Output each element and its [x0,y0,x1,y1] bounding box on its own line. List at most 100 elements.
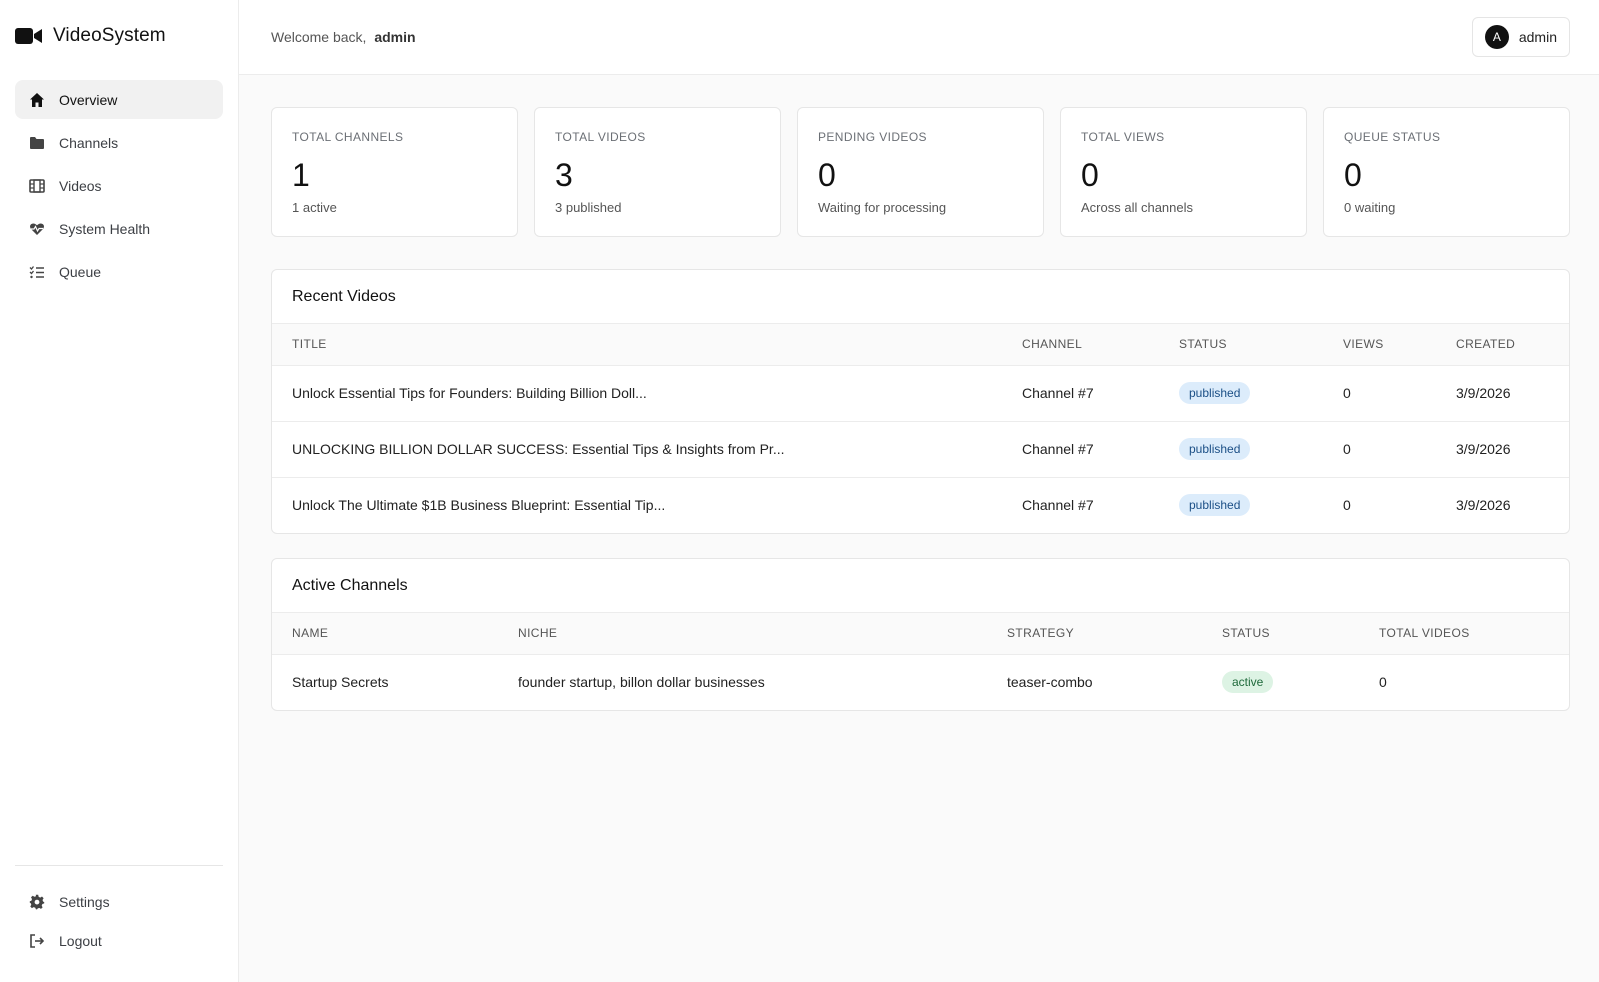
video-views: 0 [1323,421,1436,478]
table-row[interactable]: Unlock The Ultimate $1B Business Bluepri… [272,477,1569,533]
channel-status-cell: active [1202,654,1359,710]
sidebar-nav: Overview Channels Videos System Health Q… [15,80,223,291]
stat-subtext: 0 waiting [1344,200,1396,215]
status-badge: published [1179,382,1251,404]
video-title[interactable]: Unlock Essential Tips for Founders: Buil… [272,365,1002,422]
stats-row: TOTAL CHANNELS 1 1 active TOTAL VIDEOS 3… [271,107,1570,237]
column-header-name: NAME [272,613,498,655]
heart-pulse-icon [29,221,45,237]
stat-card-queue-status: QUEUE STATUS 0 0 waiting [1323,107,1570,237]
channel-total-videos: 0 [1379,674,1387,691]
channel-niche: founder startup, billon dollar businesse… [518,674,765,691]
overview-content: TOTAL CHANNELS 1 1 active TOTAL VIDEOS 3… [239,75,1599,711]
video-views: 0 [1323,365,1436,422]
video-views: 0 [1343,497,1351,514]
column-header-channel: CHANNEL [1002,324,1159,366]
stat-label: PENDING VIDEOS [818,130,927,144]
stat-label: QUEUE STATUS [1344,130,1441,144]
recent-videos-panel: Recent Videos TITLE CHANNEL STATUS VIEWS… [271,269,1570,534]
video-camera-icon [15,26,43,46]
sidebar-item-label: Settings [59,893,110,910]
video-status-cell: published [1159,421,1323,478]
column-header-created: CREATED [1436,324,1569,366]
welcome-message: Welcome back, admin [271,29,416,45]
stat-value: 0 [1344,157,1362,193]
welcome-username: admin [374,29,416,45]
user-menu-button[interactable]: A admin [1471,17,1570,57]
video-status-cell: published [1159,477,1323,533]
stat-subtext: 3 published [555,200,622,215]
table-row[interactable]: Startup Secrets founder startup, billon … [272,654,1569,710]
sidebar-item-queue[interactable]: Queue [15,252,223,291]
stat-value: 1 [292,157,310,193]
column-header-strategy: STRATEGY [987,613,1202,655]
stat-value: 3 [555,157,573,193]
column-header-views: VIEWS [1323,324,1436,366]
brand[interactable]: VideoSystem [15,0,223,72]
video-status-cell: published [1159,365,1323,422]
table-row[interactable]: UNLOCKING BILLION DOLLAR SUCCESS: Essent… [272,421,1569,478]
stat-subtext: 1 active [292,200,337,215]
app: VideoSystem Overview Channels Videos Sys… [0,0,1599,982]
column-header-status: STATUS [1159,324,1323,366]
folder-icon [29,135,45,151]
video-title[interactable]: Unlock The Ultimate $1B Business Bluepri… [272,477,1002,533]
video-title[interactable]: UNLOCKING BILLION DOLLAR SUCCESS: Essent… [272,421,1002,478]
app-name: VideoSystem [53,25,166,46]
gear-icon [29,894,45,910]
stat-card-pending-videos: PENDING VIDEOS 0 Waiting for processing [797,107,1044,237]
channel-strategy: teaser-combo [1007,674,1093,691]
status-badge: active [1222,671,1274,694]
logout-icon [29,933,45,949]
sidebar-item-label: System Health [59,220,151,237]
sidebar-item-system-health[interactable]: System Health [15,209,223,248]
list-check-icon [29,264,45,280]
stat-card-total-channels: TOTAL CHANNELS 1 1 active [271,107,518,237]
main: Welcome back, admin A admin TOTAL CHANNE… [239,0,1599,982]
topbar: Welcome back, admin A admin [239,0,1599,75]
video-channel: Channel #7 [1002,421,1159,478]
stat-subtext: Across all channels [1081,200,1193,215]
status-badge: published [1179,438,1251,460]
panel-title: Active Channels [272,559,1569,613]
column-header-status: STATUS [1202,613,1359,655]
stat-subtext: Waiting for processing [818,200,947,215]
film-icon [29,178,45,194]
sidebar-item-channels[interactable]: Channels [15,123,223,162]
sidebar-item-label: Overview [59,91,118,108]
sidebar-item-logout[interactable]: Logout [15,921,223,960]
avatar: A [1484,25,1509,49]
sidebar-bottom: Settings Logout [15,865,223,960]
stat-value: 0 [818,157,836,193]
stat-value: 0 [1081,157,1099,193]
table-header-row: NAME NICHE STRATEGY STATUS TOTAL VIDEOS [272,613,1569,655]
sidebar: VideoSystem Overview Channels Videos Sys… [0,0,239,982]
column-header-title: TITLE [272,324,1002,366]
video-channel: Channel #7 [1002,365,1159,422]
active-channels-panel: Active Channels NAME NICHE STRATEGY STAT… [271,558,1570,711]
user-name: admin [1518,29,1557,45]
sidebar-item-label: Logout [59,932,102,949]
video-created: 3/9/2026 [1436,421,1569,478]
sidebar-item-overview[interactable]: Overview [15,80,223,119]
video-channel: Channel #7 [1022,497,1094,514]
welcome-text: Welcome back, [271,29,367,45]
video-created: 3/9/2026 [1436,365,1569,422]
stat-card-total-videos: TOTAL VIDEOS 3 3 published [534,107,781,237]
stat-card-total-views: TOTAL VIEWS 0 Across all channels [1060,107,1307,237]
column-header-total-videos: TOTAL VIDEOS [1359,613,1569,655]
sidebar-item-settings[interactable]: Settings [15,882,223,921]
recent-videos-table: TITLE CHANNEL STATUS VIEWS CREATED Unloc… [272,324,1569,533]
sidebar-item-label: Queue [59,263,102,280]
column-header-niche: NICHE [498,613,987,655]
channel-name[interactable]: Startup Secrets [272,654,498,710]
stat-label: TOTAL VIEWS [1081,130,1165,144]
video-created: 3/9/2026 [1456,497,1511,514]
active-channels-table: NAME NICHE STRATEGY STATUS TOTAL VIDEOS … [272,613,1569,710]
sidebar-item-label: Channels [59,134,119,151]
status-badge: published [1179,494,1251,517]
table-row[interactable]: Unlock Essential Tips for Founders: Buil… [272,365,1569,422]
sidebar-item-label: Videos [59,177,102,194]
table-header-row: TITLE CHANNEL STATUS VIEWS CREATED [272,324,1569,366]
sidebar-item-videos[interactable]: Videos [15,166,223,205]
